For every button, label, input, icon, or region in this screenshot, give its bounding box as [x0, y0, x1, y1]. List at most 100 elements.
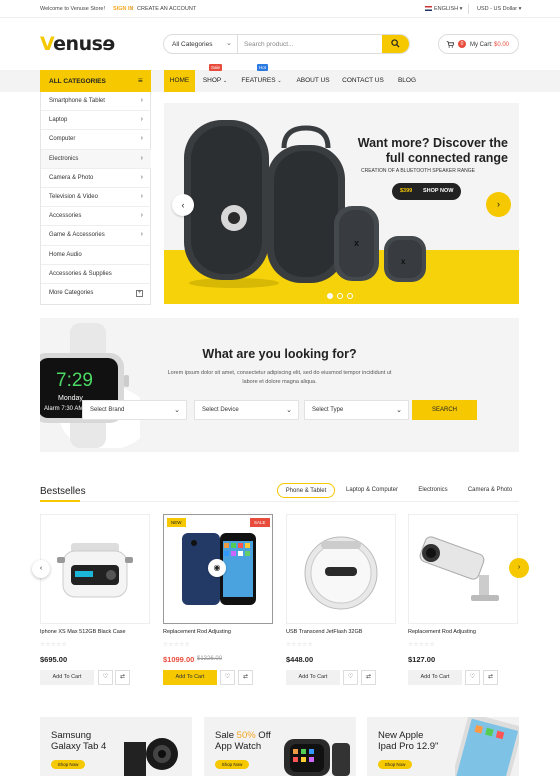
- wishlist-heart-icon[interactable]: ♡: [343, 670, 358, 685]
- all-categories-button[interactable]: ALL CATEGORIES ≡: [40, 70, 151, 92]
- nav-blog[interactable]: BLOG: [393, 70, 421, 92]
- product-price: $695.00: [40, 655, 68, 664]
- add-to-cart-button[interactable]: Add To Cart: [40, 670, 94, 685]
- sidebar-item-supplies[interactable]: Accessories & Supplies: [41, 265, 151, 284]
- language-label: ENGLISH: [434, 6, 459, 12]
- wishlist-heart-icon[interactable]: ♡: [220, 670, 235, 685]
- search-category[interactable]: All Categories: [172, 41, 212, 48]
- tab-phone-tablet[interactable]: Phone & Tablet: [277, 483, 335, 498]
- hero-next-button[interactable]: ›: [486, 192, 511, 217]
- watch-day: Monday: [58, 395, 83, 402]
- product-name[interactable]: Replacement Rod Adjusting: [408, 629, 476, 635]
- promo-banner-ipad[interactable]: New Apple Ipad Pro 12.9" Shop Now: [367, 717, 519, 776]
- promo-banner-watch[interactable]: Sale 50% Off App Watch Shop Now: [204, 717, 356, 776]
- slider-dot[interactable]: [347, 293, 353, 299]
- search-input[interactable]: Search product...: [244, 41, 294, 48]
- sidebar-item-label: Accessories & Supplies: [49, 270, 112, 277]
- products-next-button[interactable]: ›: [509, 558, 529, 578]
- sidebar-item-computer[interactable]: Computer ›: [41, 130, 151, 150]
- hero-headline-line1: Want more? Discover the: [357, 136, 508, 150]
- nav-shop-label: SHOP: [202, 77, 222, 84]
- product-card[interactable]: [286, 514, 396, 624]
- finder-description: Lorem ipsum dolor sit amet, consectetur …: [167, 370, 392, 385]
- chevron-right-icon: ›: [140, 231, 143, 239]
- sidebar-item-home-audio[interactable]: Home Audio: [41, 246, 151, 265]
- slider-dot-active[interactable]: [327, 293, 333, 299]
- sidebar-item-label: More Categories: [49, 290, 94, 296]
- add-to-cart-button[interactable]: Add To Cart: [286, 670, 340, 685]
- product-card[interactable]: [408, 514, 518, 624]
- compare-icon[interactable]: ⇄: [238, 670, 253, 685]
- add-to-cart-button[interactable]: Add To Cart: [408, 670, 462, 685]
- product-card-selected[interactable]: ◉: [163, 514, 273, 624]
- logo[interactable]: Venusɘ: [40, 33, 115, 55]
- select-brand-dropdown[interactable]: Select Brand ⌄: [82, 400, 187, 420]
- products-prev-button[interactable]: ‹: [32, 560, 50, 578]
- chevron-right-icon: ›: [140, 173, 143, 181]
- chevron-right-icon: ›: [497, 199, 500, 209]
- chevron-left-icon: ‹: [181, 200, 185, 210]
- quick-view-eye-icon[interactable]: ◉: [208, 559, 226, 577]
- tab-camera-photo[interactable]: Camera & Photo: [462, 483, 518, 498]
- finder-search-button[interactable]: SEARCH: [412, 400, 477, 420]
- promo-banner-samsung[interactable]: Samsung Galaxy Tab 4 Shop Now: [40, 717, 192, 776]
- finder-title: What are you looking for?: [202, 347, 357, 361]
- sidebar-item-label: Laptop: [49, 117, 68, 124]
- product-name[interactable]: USB Transcend JetFlash 32GB: [286, 629, 362, 635]
- search-button[interactable]: [382, 35, 409, 53]
- hero-shop-now-button[interactable]: $399 SHOP NOW: [392, 183, 461, 200]
- sidebar-item-smartphone[interactable]: Smartphone & Tablet ›: [41, 92, 151, 112]
- svg-text:x: x: [354, 238, 359, 248]
- wishlist-heart-icon[interactable]: ♡: [465, 670, 480, 685]
- sidebar-item-more[interactable]: More Categories +: [41, 284, 151, 303]
- cart-button[interactable]: 0 My Cart: $0.00: [438, 34, 519, 54]
- tab-electronics[interactable]: Electronics: [413, 483, 453, 498]
- create-account-link[interactable]: CREATE AN ACCOUNT: [137, 6, 196, 12]
- language-select[interactable]: ENGLISH ▾: [434, 6, 462, 12]
- camera-lens-image: [124, 738, 178, 776]
- new-badge: NEW: [167, 518, 186, 527]
- cooker-image: [57, 543, 133, 598]
- uk-flag-icon: [425, 6, 432, 11]
- compare-icon[interactable]: ⇄: [483, 670, 498, 685]
- sidebar-item-accessories[interactable]: Accessories ›: [41, 207, 151, 227]
- add-to-cart-button[interactable]: Add To Cart: [163, 670, 217, 685]
- promo-line1: Samsung: [51, 730, 92, 741]
- sidebar-item-game[interactable]: Game & Accessories ›: [41, 226, 151, 246]
- shop-now-button[interactable]: Shop Now: [215, 760, 249, 769]
- wishlist-heart-icon[interactable]: ♡: [98, 670, 113, 685]
- compare-icon[interactable]: ⇄: [115, 670, 130, 685]
- compare-icon[interactable]: ⇄: [361, 670, 376, 685]
- promo-line2: Galaxy Tab 4: [51, 741, 107, 752]
- nav-home[interactable]: HOME: [164, 70, 195, 92]
- sidebar-item-electronics[interactable]: Electronics ›: [41, 149, 151, 169]
- nav-contact[interactable]: CONTACT US: [340, 70, 386, 92]
- nav-features[interactable]: FEATURES ⌄: [240, 70, 283, 92]
- cart-count-badge: 0: [458, 40, 466, 48]
- select-type-dropdown[interactable]: Select Type ⌄: [304, 400, 409, 420]
- nav-shop[interactable]: SHOP ⌄: [199, 70, 231, 92]
- all-categories-label: ALL CATEGORIES: [49, 78, 106, 85]
- sidebar-item-television[interactable]: Television & Video ›: [41, 188, 151, 208]
- product-finder: 7:29 Monday Alarm 7:30 AM What are you l…: [40, 318, 519, 452]
- product-old-price: $1326.00: [197, 656, 223, 662]
- currency-select[interactable]: USD - US Dollar ▾: [477, 6, 521, 12]
- sidebar-item-laptop[interactable]: Laptop ›: [41, 111, 151, 131]
- product-name[interactable]: Replacement Rod Adjusting: [163, 629, 231, 635]
- section-divider: [40, 501, 519, 502]
- chevron-right-icon: ›: [140, 212, 143, 220]
- logo-v: V: [40, 33, 54, 55]
- select-device-dropdown[interactable]: Select Device ⌄: [194, 400, 299, 420]
- product-card[interactable]: [40, 514, 150, 624]
- top-bar: Welcome to Venuse Store! SIGN IN / CREAT…: [0, 0, 560, 18]
- shop-now-button[interactable]: Shop Now: [51, 760, 85, 769]
- hero-prev-button[interactable]: ‹: [172, 194, 194, 216]
- sidebar-item-camera[interactable]: Camera & Photo ›: [41, 169, 151, 188]
- slider-dot[interactable]: [337, 293, 343, 299]
- tab-laptop-computer[interactable]: Laptop & Computer: [341, 483, 403, 498]
- nav-features-label: FEATURES: [241, 77, 276, 84]
- chevron-down-icon: ⌄: [222, 78, 228, 84]
- shop-now-button[interactable]: Shop Now: [378, 760, 412, 769]
- product-name[interactable]: Iphone XS Max 512GB Black Case: [40, 629, 126, 635]
- nav-about[interactable]: ABOUT US: [292, 70, 334, 92]
